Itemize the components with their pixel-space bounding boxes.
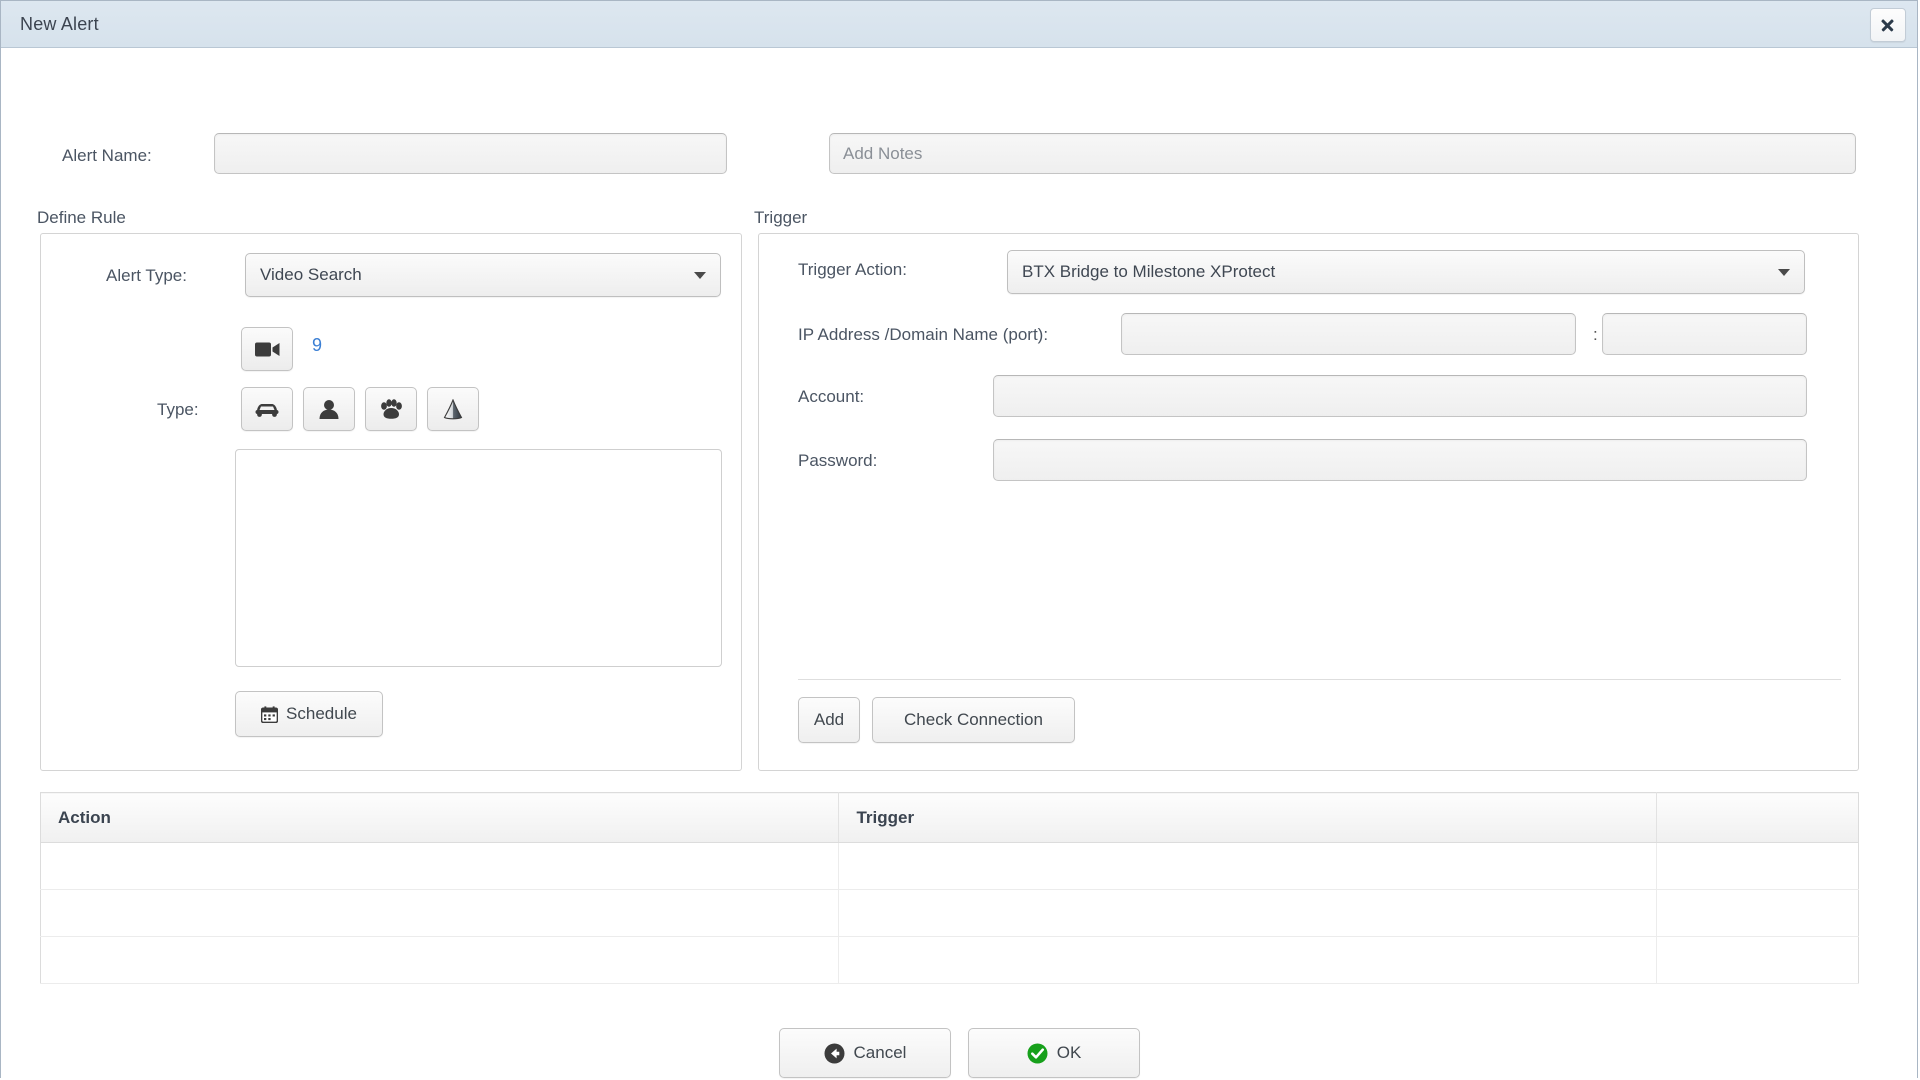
ok-button-label: OK <box>1056 1043 1082 1062</box>
password-label: Password: <box>798 451 878 470</box>
alert-name-label: Alert Name: <box>62 146 152 165</box>
dialog-title: New Alert <box>20 14 99 34</box>
add-button-label: Add <box>813 710 845 729</box>
cell-trigger <box>838 842 1658 890</box>
account-label: Account: <box>798 387 865 406</box>
calendar-icon <box>261 705 279 723</box>
cell-trigger <box>838 936 1658 984</box>
camera-count[interactable]: 9 <box>312 335 322 356</box>
cell-action <box>40 842 840 890</box>
chevron-down-icon <box>1778 269 1790 276</box>
person-icon[interactable] <box>303 387 355 431</box>
trigger-caption: Trigger <box>754 208 808 227</box>
table-row[interactable] <box>40 842 1859 890</box>
cell-action <box>40 889 840 937</box>
alert-type-label: Alert Type: <box>106 266 187 285</box>
cancel-button[interactable]: Cancel <box>779 1028 951 1078</box>
alert-name-input[interactable] <box>214 133 727 174</box>
alert-type-select[interactable]: Video Search <box>245 253 721 297</box>
close-icon[interactable] <box>1870 8 1906 42</box>
column-header-action[interactable]: Action <box>40 792 840 843</box>
account-input[interactable] <box>993 375 1807 417</box>
cell-extra <box>1656 842 1859 890</box>
port-separator: : <box>1593 325 1598 344</box>
dialog-titlebar: New Alert <box>1 1 1917 48</box>
notes-input[interactable]: Add Notes <box>829 133 1856 174</box>
dialog-body: Alert Name: Add Notes Define Rule Trigge… <box>1 48 1917 1078</box>
trigger-action-value: BTX Bridge to Milestone XProtect <box>1022 262 1276 281</box>
schedule-button[interactable]: Schedule <box>235 691 383 737</box>
ok-button[interactable]: OK <box>968 1028 1140 1078</box>
ip-address-input[interactable] <box>1121 313 1576 355</box>
column-header-extra[interactable] <box>1656 792 1859 843</box>
cell-trigger <box>838 889 1658 937</box>
alert-type-value: Video Search <box>260 265 362 284</box>
trigger-divider <box>798 679 1841 680</box>
action-trigger-table: Action Trigger <box>40 792 1859 984</box>
define-rule-caption: Define Rule <box>37 208 126 227</box>
trigger-action-label: Trigger Action: <box>798 260 907 279</box>
add-button[interactable]: Add <box>798 697 860 743</box>
ip-address-label: IP Address /Domain Name (port): <box>798 325 1049 344</box>
type-icon-group <box>241 387 479 431</box>
car-icon[interactable] <box>241 387 293 431</box>
check-connection-button[interactable]: Check Connection <box>872 697 1075 743</box>
password-input[interactable] <box>993 439 1807 481</box>
cancel-button-label: Cancel <box>853 1043 907 1062</box>
check-connection-button-label: Check Connection <box>904 710 1043 729</box>
chevron-down-icon <box>694 272 706 279</box>
port-input[interactable] <box>1602 313 1807 355</box>
schedule-button-label: Schedule <box>286 704 357 723</box>
paw-icon[interactable] <box>365 387 417 431</box>
check-circle-icon <box>1027 1043 1048 1064</box>
cone-icon[interactable] <box>427 387 479 431</box>
rule-list[interactable] <box>235 449 722 667</box>
trigger-action-select[interactable]: BTX Bridge to Milestone XProtect <box>1007 250 1805 294</box>
type-label: Type: <box>157 400 199 419</box>
notes-placeholder: Add Notes <box>843 143 923 163</box>
table-header-row: Action Trigger <box>40 792 1859 843</box>
back-arrow-circle-icon <box>824 1043 845 1064</box>
new-alert-dialog: New Alert Alert Name: Add Notes Define R… <box>0 0 1918 1078</box>
cell-extra <box>1656 889 1859 937</box>
column-header-trigger[interactable]: Trigger <box>838 792 1658 843</box>
cell-extra <box>1656 936 1859 984</box>
table-row[interactable] <box>40 936 1859 984</box>
video-camera-icon[interactable] <box>241 327 293 371</box>
cell-action <box>40 936 840 984</box>
table-row[interactable] <box>40 889 1859 937</box>
